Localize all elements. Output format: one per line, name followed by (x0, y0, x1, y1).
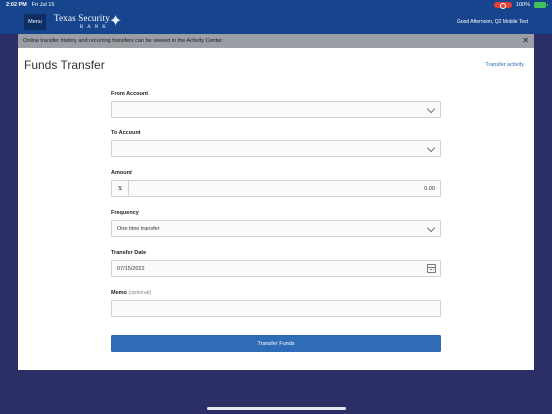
screen-record-icon (493, 2, 512, 9)
frequency-label: Frequency (111, 210, 139, 216)
battery-icon (534, 2, 548, 8)
to-account-select[interactable] (111, 140, 441, 157)
transfer-card: Funds Transfer Transfer activity From Ac… (18, 48, 534, 370)
calendar-icon[interactable] (427, 264, 436, 273)
greeting-text: Good Afternoon, Q2 Mobile Test (456, 19, 528, 25)
page-title: Funds Transfer (24, 58, 105, 72)
transfer-date-input[interactable]: 07/15/2022 (111, 260, 441, 277)
from-account-select[interactable] (111, 101, 441, 118)
memo-input[interactable] (111, 300, 441, 317)
from-account-label: From Account (111, 91, 149, 97)
chevron-down-icon (426, 224, 436, 234)
home-indicator[interactable] (207, 407, 346, 410)
status-date: Fri Jul 15 (31, 2, 55, 8)
status-time: 2:02 PM (6, 2, 27, 8)
transfer-activity-link[interactable]: Transfer activity (485, 62, 524, 68)
memo-label-text: Memo (111, 290, 127, 296)
currency-prefix: $ (112, 181, 129, 196)
app-header: Menu Texas Security BANK ✦ Good Afternoo… (0, 10, 552, 34)
menu-button[interactable]: Menu (24, 14, 46, 30)
frequency-value: One time transfer (117, 225, 160, 232)
chevron-down-icon (426, 144, 436, 154)
amount-label: Amount (111, 170, 132, 176)
amount-value: 0.00 (424, 185, 435, 192)
frequency-select[interactable]: One time transfer (111, 220, 441, 237)
memo-label: Memo (optional) (111, 290, 151, 296)
close-icon[interactable]: ✕ (522, 37, 529, 45)
to-account-label: To Account (111, 130, 141, 136)
status-right: 100% (493, 2, 548, 9)
banner-text: Online transfer history and recurring tr… (23, 38, 224, 44)
memo-optional-text: (optional) (128, 290, 152, 296)
star-icon: ✦ (108, 13, 123, 30)
amount-input[interactable]: $ 0.00 (111, 180, 441, 197)
status-bar: 2:02 PM Fri Jul 15 100% (0, 0, 552, 10)
logo-wordmark-top: Texas Security (54, 13, 110, 23)
transfer-date-label: Transfer Date (111, 250, 147, 256)
bank-logo: Texas Security BANK ✦ (54, 13, 123, 31)
logo-wordmark-bottom: BANK (79, 25, 110, 30)
battery-percent: 100% (515, 2, 530, 8)
transfer-date-value: 07/15/2022 (117, 265, 145, 272)
chevron-down-icon (426, 105, 436, 115)
transfer-funds-button[interactable]: Transfer Funds (111, 335, 441, 352)
notice-banner: Online transfer history and recurring tr… (18, 34, 534, 48)
